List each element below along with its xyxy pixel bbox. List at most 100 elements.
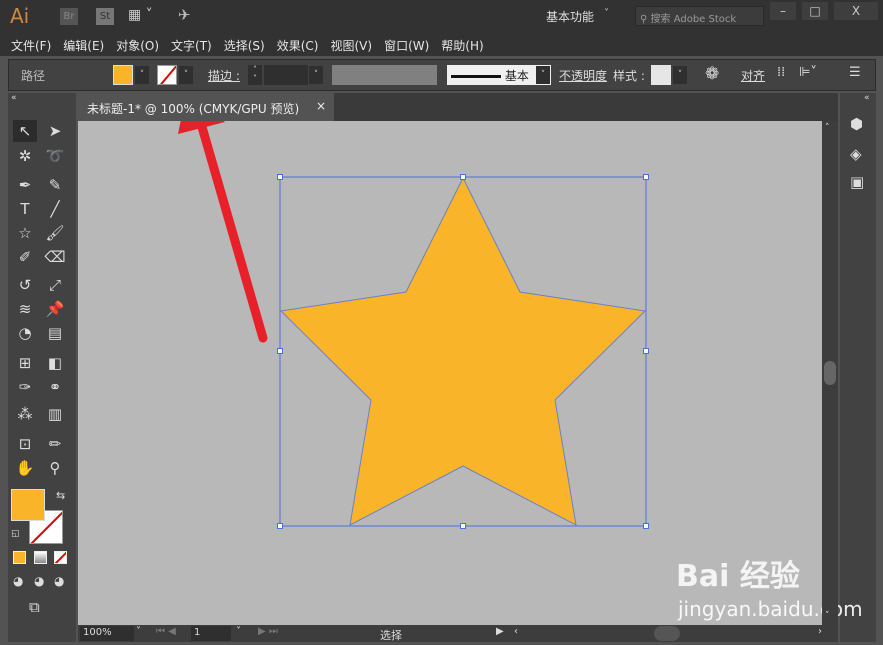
- mesh-tool-icon[interactable]: ⊞: [13, 352, 37, 374]
- zoom-dropdown[interactable]: ˅: [136, 626, 141, 637]
- perspective-grid-tool-icon[interactable]: ▤: [43, 322, 67, 344]
- stroke-weight-dropdown[interactable]: ˅: [309, 66, 323, 84]
- gradient-mode-icon[interactable]: [34, 551, 47, 564]
- recolor-artwork-icon[interactable]: ❁: [705, 64, 719, 84]
- horizontal-scroll-thumb[interactable]: [654, 626, 680, 641]
- libraries-icon[interactable]: ⬢: [850, 115, 863, 133]
- close-tab-icon[interactable]: ×: [316, 99, 326, 113]
- brush-dropdown[interactable]: ˅: [536, 66, 550, 84]
- scroll-thumb[interactable]: [824, 361, 836, 385]
- type-tool-icon[interactable]: T: [13, 198, 37, 220]
- document-tab[interactable]: 未标题-1* @ 100% (CMYK/GPU 预览) ×: [78, 93, 334, 121]
- hand-tool-icon[interactable]: ✋: [13, 457, 37, 479]
- eraser-tool-icon[interactable]: ⌫: [43, 246, 67, 268]
- artboard-dropdown[interactable]: ˅: [236, 626, 241, 637]
- artboard-tool-icon[interactable]: ⊡: [13, 433, 37, 455]
- curvature-tool-icon[interactable]: ✎: [43, 174, 67, 196]
- opacity-label[interactable]: 不透明度: [559, 67, 607, 84]
- screen-mode-icon[interactable]: ⧉: [29, 598, 40, 616]
- puppet-warp-tool-icon[interactable]: 📌: [43, 298, 67, 320]
- workspace-switcher[interactable]: 基本功能: [546, 8, 594, 25]
- menu-window[interactable]: 窗口(W): [378, 32, 435, 54]
- scroll-up-icon[interactable]: ˄: [825, 123, 830, 133]
- collapse-icon[interactable]: «: [864, 93, 870, 103]
- draw-inside-icon[interactable]: ◕: [54, 574, 64, 588]
- stroke-weight-input[interactable]: [264, 65, 308, 85]
- style-dropdown[interactable]: ˅: [673, 66, 687, 84]
- last-artboard-icon[interactable]: ▶ ⏭: [258, 626, 278, 637]
- blend-tool-icon[interactable]: ⚭: [43, 376, 67, 398]
- minimize-button[interactable]: –: [770, 2, 796, 20]
- menu-object[interactable]: 对象(O): [110, 32, 165, 54]
- shape-builder-tool-icon[interactable]: ◔: [13, 322, 37, 344]
- line-tool-icon[interactable]: ╱: [43, 198, 67, 220]
- star-tool-icon[interactable]: ☆: [13, 222, 37, 244]
- zoom-tool-icon[interactable]: ⚲: [43, 457, 67, 479]
- default-colors-icon[interactable]: ◱: [11, 529, 20, 539]
- scale-tool-icon[interactable]: ⤢: [43, 274, 67, 296]
- swap-fill-stroke-icon[interactable]: ⇆: [56, 489, 65, 502]
- arrange-documents-icon[interactable]: ▦ ˅: [128, 7, 153, 23]
- warp-tool-icon[interactable]: ≋: [13, 298, 37, 320]
- status-menu-icon[interactable]: ▶: [496, 626, 504, 637]
- symbol-sprayer-tool-icon[interactable]: ⁂: [13, 403, 37, 425]
- fill-indicator[interactable]: [11, 489, 45, 521]
- color-mode-icon[interactable]: [13, 551, 26, 564]
- paintbrush-tool-icon[interactable]: 🖌: [43, 222, 67, 244]
- chevron-down-icon[interactable]: ˅: [604, 8, 609, 19]
- vertical-scrollbar[interactable]: ˄ ˅: [822, 121, 838, 625]
- zoom-input[interactable]: 100%: [80, 626, 134, 641]
- bridge-icon[interactable]: Br: [60, 8, 78, 25]
- menu-view[interactable]: 视图(V): [324, 32, 378, 54]
- draw-behind-icon[interactable]: ◕: [34, 574, 44, 588]
- stock-icon[interactable]: St: [96, 8, 114, 25]
- rotate-tool-icon[interactable]: ↺: [13, 274, 37, 296]
- maximize-button[interactable]: □: [802, 2, 828, 20]
- star-shape: [279, 176, 647, 526]
- collapse-icon[interactable]: «: [11, 93, 17, 103]
- stock-search-input[interactable]: ⚲ 搜索 Adobe Stock: [635, 6, 764, 26]
- selection-tool-icon[interactable]: ↖: [13, 120, 37, 142]
- style-label: 样式 :: [613, 69, 645, 83]
- menu-select[interactable]: 选择(S): [218, 32, 271, 54]
- scroll-right-icon[interactable]: ›: [818, 626, 822, 637]
- scroll-left-icon[interactable]: ‹: [514, 626, 518, 637]
- close-button[interactable]: X: [834, 2, 878, 20]
- direct-selection-tool-icon[interactable]: ➤: [43, 120, 67, 142]
- variable-width-profile[interactable]: [332, 65, 437, 85]
- menu-type[interactable]: 文字(T): [165, 32, 218, 54]
- menu-file[interactable]: 文件(F): [5, 32, 57, 54]
- first-artboard-icon[interactable]: ⏮ ◀: [156, 626, 176, 637]
- menu-effect[interactable]: 效果(C): [271, 32, 325, 54]
- panel-menu-icon[interactable]: ☰: [849, 65, 861, 80]
- fill-dropdown[interactable]: ˅: [135, 66, 149, 84]
- slice-tool-icon[interactable]: ✏: [43, 433, 67, 455]
- stroke-weight-stepper[interactable]: ˄ ˅: [248, 65, 262, 85]
- pen-tool-icon[interactable]: ✒: [13, 174, 37, 196]
- stroke-dropdown[interactable]: ˅: [179, 66, 193, 84]
- layers-icon[interactable]: ◈: [850, 145, 862, 163]
- artboard-number-input[interactable]: 1: [191, 626, 231, 641]
- shaper-tool-icon[interactable]: ✐: [13, 246, 37, 268]
- scroll-down-icon[interactable]: ˅: [825, 611, 830, 621]
- fill-swatch[interactable]: [113, 65, 133, 85]
- rocket-icon[interactable]: ✈: [178, 6, 191, 24]
- selection-type-label: 路径: [21, 69, 46, 83]
- menu-help[interactable]: 帮助(H): [435, 32, 489, 54]
- graphic-style-swatch[interactable]: [651, 65, 671, 85]
- lasso-tool-icon[interactable]: ➰: [43, 145, 67, 167]
- graph-tool-icon[interactable]: ▥: [43, 403, 67, 425]
- transform-icon[interactable]: ⊫˅: [799, 65, 817, 80]
- stroke-swatch-none[interactable]: [157, 65, 177, 85]
- stroke-label[interactable]: 描边 :: [208, 67, 240, 84]
- eyedropper-tool-icon[interactable]: ✑: [13, 376, 37, 398]
- menu-edit[interactable]: 编辑(E): [57, 32, 110, 54]
- artboards-icon[interactable]: ▣: [850, 173, 864, 191]
- magic-wand-tool-icon[interactable]: ✲: [13, 145, 37, 167]
- gradient-tool-icon[interactable]: ◧: [43, 352, 67, 374]
- none-mode-icon[interactable]: [54, 551, 67, 564]
- draw-normal-icon[interactable]: ◕: [13, 574, 23, 588]
- canvas[interactable]: Bai 经验 jingyan.baidu.com: [78, 121, 863, 625]
- align-icon[interactable]: ⁞⁞: [777, 65, 785, 80]
- align-label[interactable]: 对齐: [741, 67, 765, 84]
